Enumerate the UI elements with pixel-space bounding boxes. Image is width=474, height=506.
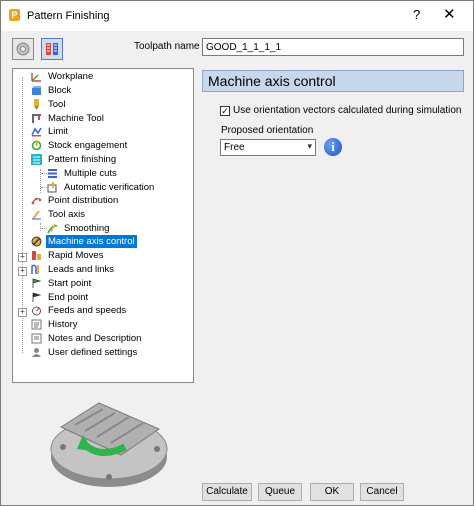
info-icon[interactable]: i [324, 138, 342, 156]
tree-label: Tool [48, 99, 66, 110]
tree-label: Notes and Description [48, 333, 142, 344]
expand-rapid-moves[interactable]: + [18, 253, 27, 262]
expand-leads-links[interactable]: + [18, 267, 27, 276]
point-distribution-icon [31, 197, 42, 205]
settings-tree: Workplane Block Tool Machine Tool Limit … [12, 68, 194, 383]
start-point-icon [32, 278, 42, 288]
help-button[interactable]: ? [413, 7, 420, 22]
expand-feeds-speeds[interactable]: + [18, 308, 27, 317]
tree-label: Pattern finishing [48, 154, 117, 165]
proposed-orientation-select[interactable]: Free ▾ [220, 139, 316, 156]
limit-icon [31, 127, 42, 137]
tree-line-toolaxis [40, 223, 41, 231]
tree-label: Block [48, 85, 72, 96]
workplane-icon [31, 73, 41, 82]
orientation-vectors-checkbox[interactable]: ✓ [220, 106, 230, 116]
tree-label: Limit [48, 126, 69, 137]
tree-label: Smoothing [64, 223, 110, 234]
pattern-settings-button[interactable] [12, 38, 34, 60]
leads-links-icon [31, 264, 39, 274]
rotary-table-icon [50, 402, 168, 487]
toolpath-name-input[interactable] [202, 38, 464, 56]
tree-label: Feeds and speeds [48, 305, 127, 316]
pattern-finishing-icon [31, 154, 42, 165]
orientation-vectors-label: Use orientation vectors calculated durin… [233, 105, 462, 116]
tool-icon [34, 99, 39, 110]
toolpath-preview-button[interactable] [41, 38, 63, 60]
queue-button[interactable]: Queue [258, 483, 302, 501]
toolpath-name-label: Toolpath name [134, 41, 200, 52]
pattern-settings-icon [16, 42, 30, 56]
app-icon: P [9, 9, 20, 21]
notes-icon [31, 333, 42, 344]
end-point-icon [32, 292, 42, 302]
tree-label: Stock engagement [48, 140, 128, 151]
dialog-window: P Pattern Finishing ? ✕ Toolpath name Wo… [0, 0, 474, 506]
user-settings-icon [32, 348, 41, 357]
tree-label: Machine axis control [46, 235, 137, 248]
calculate-button[interactable]: Calculate [202, 483, 252, 501]
tree-label: Leads and links [48, 264, 115, 275]
automatic-verification-icon [47, 182, 57, 193]
cancel-button[interactable]: Cancel [360, 483, 404, 501]
tree-label: End point [48, 292, 89, 303]
ok-button[interactable]: OK [310, 483, 354, 501]
title-bar: P Pattern Finishing ? ✕ [1, 1, 473, 31]
tree-label: Automatic verification [64, 182, 155, 193]
history-icon [31, 319, 42, 330]
panel-title: Machine axis control [202, 70, 464, 92]
multiple-cuts-icon [48, 169, 57, 178]
tool-axis-icon [32, 210, 41, 220]
feeds-speeds-icon [32, 306, 41, 316]
tree-label: Point distribution [48, 195, 119, 206]
machine-tool-icon [32, 114, 41, 123]
chevron-down-icon: ▾ [307, 141, 312, 151]
tree-label: Tool axis [48, 209, 85, 220]
tree-label: Workplane [48, 71, 94, 82]
tree-label: Start point [48, 278, 92, 289]
block-icon [32, 86, 41, 95]
close-button[interactable]: ✕ [443, 5, 456, 23]
toolpath-preview-icon [46, 43, 58, 55]
tree-label: Rapid Moves [48, 250, 104, 261]
tree-label: Machine Tool [48, 113, 104, 124]
window-title: Pattern Finishing [27, 10, 110, 22]
tree-label: History [48, 319, 78, 330]
proposed-orientation-value: Free [224, 142, 245, 153]
tree-label: User defined settings [48, 347, 138, 358]
tree-label: Multiple cuts [64, 168, 117, 179]
smoothing-icon [47, 223, 58, 234]
proposed-orientation-label: Proposed orientation [221, 125, 314, 136]
machine-axis-control-icon [31, 236, 42, 247]
rapid-moves-icon [32, 251, 41, 260]
stock-engagement-icon [31, 140, 42, 151]
